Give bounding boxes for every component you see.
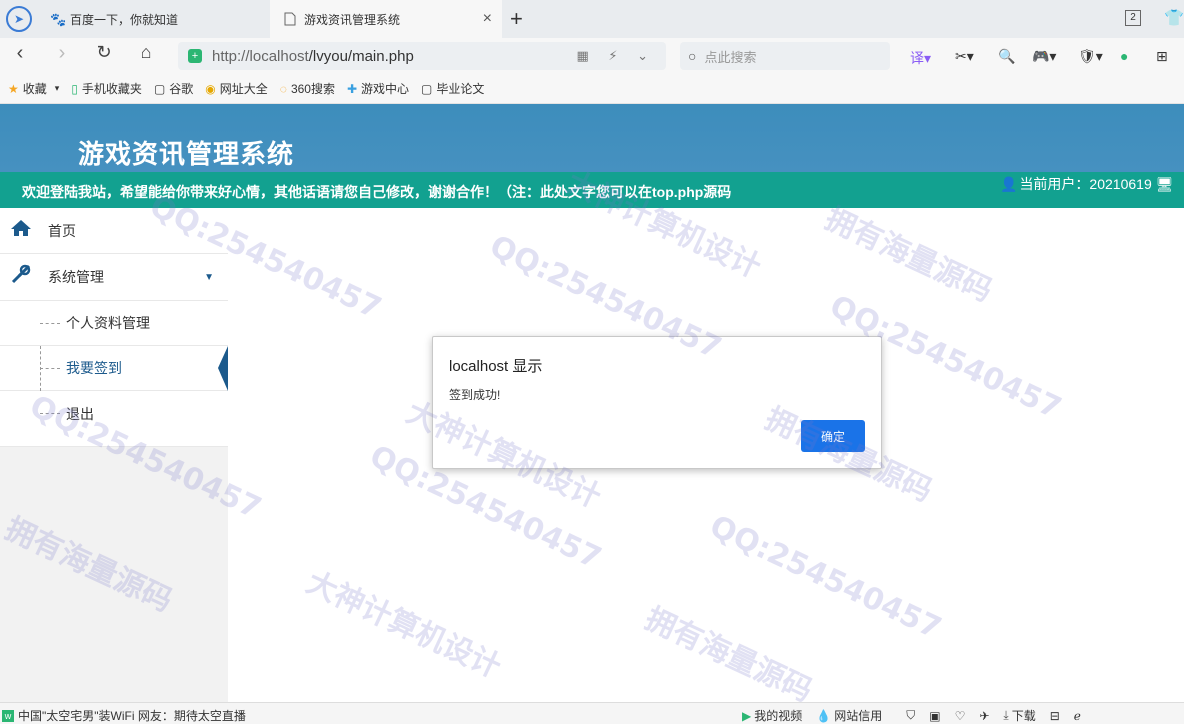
- sidebar-item-system[interactable]: 系统管理 ▼: [0, 254, 228, 301]
- reload-button[interactable]: ↻: [90, 42, 118, 63]
- sidebar-subitem-logout[interactable]: 退出: [0, 391, 228, 447]
- download-button[interactable]: ⤓ 下载: [1003, 707, 1035, 724]
- search-input[interactable]: ○ 点此搜索: [680, 42, 890, 70]
- news-icon: w: [2, 709, 14, 722]
- green-extension-icon[interactable]: ●: [1120, 48, 1128, 64]
- dialog-message: 签到成功!: [449, 388, 501, 402]
- current-user: 👤 当前用户：20210619 🖥: [1000, 174, 1176, 194]
- page-icon: ▢: [421, 81, 433, 96]
- home-icon: [8, 219, 34, 243]
- drop-icon: 💧: [816, 708, 832, 723]
- magnifier-icon[interactable]: 🔍: [998, 48, 1015, 65]
- tools-icon: [8, 263, 34, 291]
- sidebar-subitem-profile[interactable]: 个人资料管理: [0, 301, 228, 346]
- lock-icon[interactable]: ⊟: [1050, 709, 1060, 723]
- heart-icon[interactable]: ♡: [955, 709, 966, 723]
- welcome-text: 欢迎登陆我站，希望能给你带来好心情，其他话语请您自己修改，谢谢合作！（注：此处文…: [22, 184, 732, 200]
- site-credit-button[interactable]: 💧 网站信用: [816, 707, 882, 724]
- url-path: /lvyou/main.php: [308, 47, 414, 65]
- app-header: 游戏资讯管理系统: [0, 104, 1184, 172]
- logout-icon[interactable]: 🖥: [1156, 176, 1174, 193]
- scissors-icon[interactable]: ✂▾: [955, 48, 974, 65]
- translate-icon[interactable]: 译▾: [910, 48, 931, 68]
- skin-icon[interactable]: 👕: [1164, 8, 1184, 28]
- tab-game-admin[interactable]: 游戏资讯管理系统 ×: [270, 0, 502, 38]
- star-icon: ★: [8, 81, 19, 96]
- globe-icon: ◉: [205, 81, 216, 96]
- caret-down-icon: ▼: [204, 271, 214, 283]
- dialog-title: localhost 显示: [449, 358, 543, 375]
- sidebar-item-label: 我要签到: [66, 360, 122, 376]
- search-icon: ○: [688, 48, 697, 64]
- address-bar-row: ‹ › ↻ ⌂ + http://localhost/lvyou/main.ph…: [0, 38, 1184, 74]
- gamepad-icon: ✚: [346, 81, 358, 96]
- active-indicator: [218, 346, 228, 391]
- browser-menu-icon[interactable]: ➤: [6, 6, 32, 32]
- tab-count-badge[interactable]: 2: [1125, 10, 1141, 26]
- browser-tabbar: ➤ 🐾 百度一下，你就知道 游戏资讯管理系统 × + 2 👕: [0, 0, 1184, 38]
- back-button[interactable]: ‹: [6, 42, 34, 65]
- page-icon: [284, 12, 298, 26]
- shield-icon[interactable]: ⛉: [906, 708, 915, 723]
- bookmark-games[interactable]: ✚ 游戏中心: [347, 80, 409, 97]
- search-placeholder: 点此搜索: [704, 49, 757, 65]
- news-text: 中国"太空宅男"装WiFi 网友：期待太空直播: [18, 709, 246, 723]
- sidebar-item-label: 首页: [48, 222, 76, 239]
- page-icon: ▢: [153, 81, 166, 96]
- tab-label: 百度一下，你就知道: [70, 12, 179, 27]
- new-tab-button[interactable]: +: [510, 6, 523, 32]
- page-title: 游戏资讯管理系统: [78, 140, 295, 170]
- sidebar: 首页 系统管理 ▼ 个人资料管理 我要签到 退出: [0, 208, 228, 702]
- bookmark-sites[interactable]: ◉ 网址大全: [205, 80, 268, 97]
- bookmark-google[interactable]: ▢ 谷歌: [154, 80, 193, 97]
- forward-button[interactable]: ›: [48, 42, 76, 65]
- alert-dialog: localhost 显示 签到成功! 确定: [432, 336, 882, 469]
- bookmark-mobile[interactable]: ▯ 手机收藏夹: [71, 80, 142, 97]
- url-tools[interactable]: ▦ ⚡ ⌄: [576, 48, 656, 64]
- play-icon: ▶: [742, 708, 752, 723]
- tab-label: 游戏资讯管理系统: [304, 12, 401, 27]
- url-host: http://localhost: [212, 47, 309, 65]
- sidebar-subitem-checkin[interactable]: 我要签到: [0, 346, 228, 391]
- welcome-bar: 欢迎登陆我站，希望能给你带来好心情，其他话语请您自己修改，谢谢合作！（注：此处文…: [0, 172, 1184, 208]
- download-icon: ⤓: [1003, 708, 1009, 722]
- extension-icon[interactable]: 🛡▾: [1078, 48, 1103, 65]
- apps-grid-icon[interactable]: ⊞: [1156, 48, 1168, 65]
- sidebar-item-label: 退出: [66, 405, 94, 422]
- image-icon[interactable]: ▣: [929, 709, 940, 723]
- ie-icon[interactable]: ℯ: [1074, 709, 1081, 723]
- status-tools: ▶ 我的视频 💧 网站信用 ⛉ ▣ ♡ ✈ ⤓ 下载 ⊟ ℯ: [742, 707, 1095, 724]
- sidebar-item-label: 系统管理: [48, 269, 104, 285]
- sidebar-item-label: 个人资料管理: [66, 315, 150, 331]
- browser-statusbar: w 中国"太空宅男"装WiFi 网友：期待太空直播 ▶ 我的视频 💧 网站信用 ⛉ …: [0, 702, 1184, 724]
- phone-icon: ▯: [71, 81, 78, 96]
- tab-baidu[interactable]: 🐾 百度一下，你就知道: [40, 0, 270, 38]
- game-icon[interactable]: 🎮▾: [1032, 48, 1056, 65]
- ok-button[interactable]: 确定: [801, 420, 865, 452]
- current-user-label: 当前用户：20210619: [1019, 176, 1152, 192]
- url-input[interactable]: + http://localhost/lvyou/main.php ▦ ⚡ ⌄: [178, 42, 666, 70]
- home-button[interactable]: ⌂: [132, 42, 160, 63]
- my-videos-button[interactable]: ▶ 我的视频: [742, 707, 802, 724]
- bookmark-360[interactable]: ◌ 360搜索: [280, 80, 335, 97]
- baidu-paw-icon: 🐾: [50, 12, 67, 27]
- bookmarks-bar: ★ 收藏 ▾ ▯ 手机收藏夹 ▢ 谷歌 ◉ 网址大全 ◌ 360搜索 ✚ 游戏中心 ▢ 毕业论文: [0, 74, 1184, 104]
- bookmark-favorites[interactable]: ★ 收藏 ▾: [8, 80, 59, 97]
- news-ticker[interactable]: w 中国"太空宅男"装WiFi 网友：期待太空直播: [2, 707, 246, 724]
- search-360-icon: ◌: [279, 81, 287, 96]
- secure-shield-icon: +: [188, 49, 202, 63]
- bookmark-thesis[interactable]: ▢ 毕业论文: [421, 80, 484, 97]
- sidebar-item-home[interactable]: 首页: [0, 208, 228, 254]
- close-icon[interactable]: ×: [483, 10, 492, 28]
- rocket-icon[interactable]: ✈: [979, 709, 989, 723]
- user-icon: 👤: [1000, 175, 1018, 192]
